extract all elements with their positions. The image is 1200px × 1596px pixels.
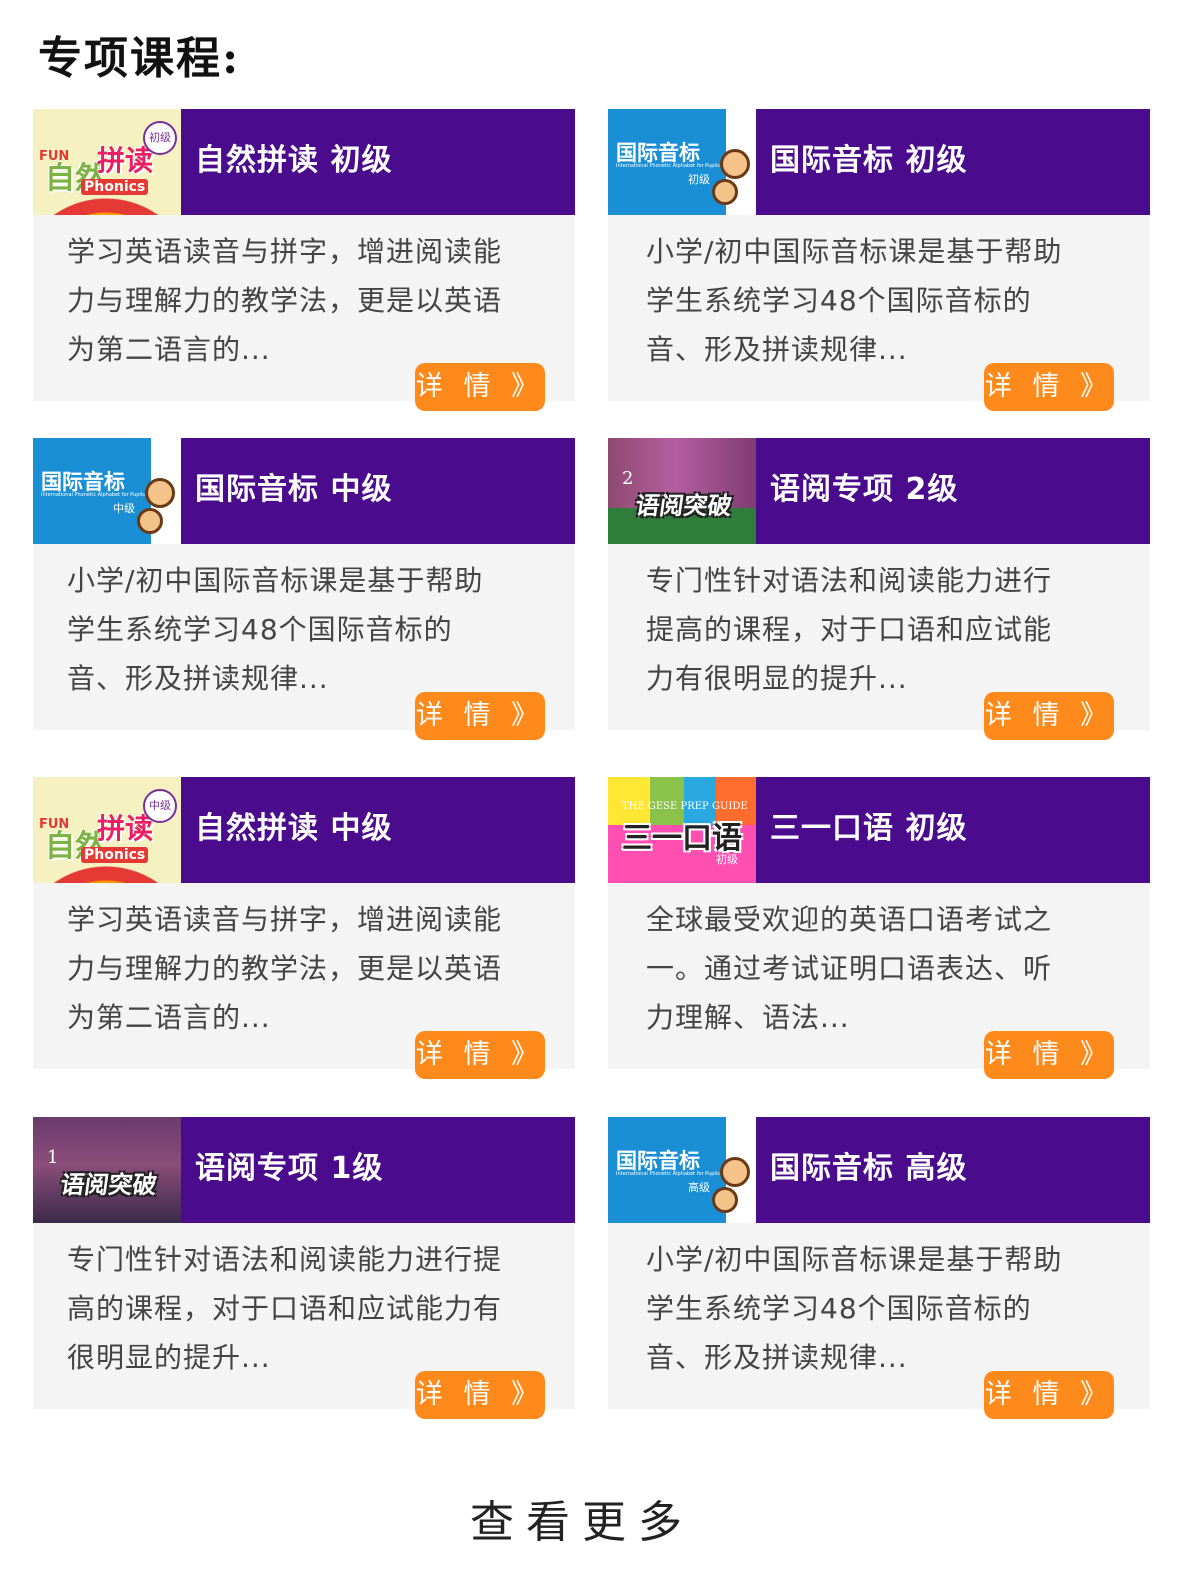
cartoon-boy-icon xyxy=(145,478,175,508)
thumb-level-badge: 初级 xyxy=(143,121,177,155)
desc-line: 学生系统学习48个国际音标的 xyxy=(646,284,1032,317)
course-description: 小学/初中国际音标课是基于帮助 学生系统学习48个国际音标的 音、形及拼读规律.… xyxy=(646,227,1126,374)
desc-line: 学生系统学习48个国际音标的 xyxy=(646,1292,1032,1325)
course-title[interactable]: 语阅专项 2级 xyxy=(770,438,958,544)
thumb-subtitle-text: International Phonetic Alphabet for Pupi… xyxy=(616,1171,720,1177)
course-description: 学习英语读音与拼字，增进阅读能 力与理解力的教学法，更是以英语 为第二语言的..… xyxy=(67,895,547,1042)
card-header: THE GESE PREP GUIDE 三一口语 初级 三一口语 初级 xyxy=(608,777,1150,883)
thumb-level-badge: 中级 xyxy=(143,789,177,823)
card-header: 国际音标 International Phonetic Alphabet for… xyxy=(608,109,1150,215)
course-title[interactable]: 三一口语 初级 xyxy=(770,777,967,883)
desc-line: 力与理解力的教学法，更是以英语 xyxy=(67,952,503,985)
desc-line: 小学/初中国际音标课是基于帮助 xyxy=(646,1243,1063,1276)
course-card[interactable]: 国际音标 International Phonetic Alphabet for… xyxy=(608,1117,1150,1419)
course-description: 专门性针对语法和阅读能力进行提 高的课程，对于口语和应试能力有 很明显的提升..… xyxy=(67,1235,547,1382)
desc-line: 学习英语读音与拼字，增进阅读能 xyxy=(67,903,503,936)
desc-line: 学生系统学习48个国际音标的 xyxy=(67,613,453,646)
thumb-subtitle-text: International Phonetic Alphabet for Pupi… xyxy=(616,163,720,169)
desc-line: 专门性针对语法和阅读能力进行 xyxy=(646,564,1053,597)
course-description: 小学/初中国际音标课是基于帮助 学生系统学习48个国际音标的 音、形及拼读规律.… xyxy=(67,556,547,703)
details-button[interactable]: 详 情 》 xyxy=(984,1371,1114,1419)
card-header: 1 语阅突破 语阅专项 1级 xyxy=(33,1117,575,1223)
course-thumbnail[interactable]: FUN 自然 拼读 Phonics 中级 xyxy=(33,777,181,883)
course-thumbnail[interactable]: 国际音标 International Phonetic Alphabet for… xyxy=(608,1117,756,1223)
course-description: 学习英语读音与拼字，增进阅读能 力与理解力的教学法，更是以英语 为第二语言的..… xyxy=(67,227,547,374)
thumb-level-text: 中级 xyxy=(113,502,135,515)
course-thumbnail[interactable]: 国际音标 International Phonetic Alphabet for… xyxy=(608,109,756,215)
cartoon-boy-icon xyxy=(720,1157,750,1187)
course-title[interactable]: 国际音标 高级 xyxy=(770,1117,967,1223)
section-title: 专项课程: xyxy=(38,33,241,84)
course-title[interactable]: 自然拼读 初级 xyxy=(195,109,392,215)
thumb-phonics-text: Phonics xyxy=(81,179,149,195)
view-more-link[interactable]: 查看更多 xyxy=(0,1486,1164,1550)
course-description: 专门性针对语法和阅读能力进行 提高的课程，对于口语和应试能 力有很明显的提升..… xyxy=(646,556,1126,703)
details-button[interactable]: 详 情 》 xyxy=(415,692,545,740)
desc-line: 提高的课程，对于口语和应试能 xyxy=(646,613,1053,646)
desc-line: 力与理解力的教学法，更是以英语 xyxy=(67,284,503,317)
course-card[interactable]: THE GESE PREP GUIDE 三一口语 初级 三一口语 初级 全球最受… xyxy=(608,777,1150,1079)
thumb-subtitle-text: International Phonetic Alphabet for Pupi… xyxy=(41,492,145,498)
card-header: 2 语阅突破 语阅专项 2级 xyxy=(608,438,1150,544)
thumb-level-text: 初级 xyxy=(716,853,738,866)
details-button[interactable]: 详 情 》 xyxy=(415,1371,545,1419)
course-card[interactable]: 1 语阅突破 语阅专项 1级 专门性针对语法和阅读能力进行提 高的课程，对于口语… xyxy=(33,1117,575,1419)
details-button[interactable]: 详 情 》 xyxy=(415,363,545,411)
desc-line: 一。通过考试证明口语表达、听 xyxy=(646,952,1053,985)
course-card[interactable]: 国际音标 International Phonetic Alphabet for… xyxy=(33,438,575,740)
course-title[interactable]: 国际音标 初级 xyxy=(770,109,967,215)
thumb-english-title: THE GESE PREP GUIDE xyxy=(622,801,748,812)
card-header: 国际音标 International Phonetic Alphabet for… xyxy=(33,438,575,544)
details-button[interactable]: 详 情 》 xyxy=(984,692,1114,740)
cartoon-girl-icon xyxy=(137,508,163,534)
thumb-level-number: 2 xyxy=(622,468,634,489)
course-title[interactable]: 语阅专项 1级 xyxy=(195,1117,383,1223)
course-title[interactable]: 自然拼读 中级 xyxy=(195,777,392,883)
card-header: 国际音标 International Phonetic Alphabet for… xyxy=(608,1117,1150,1223)
desc-line: 小学/初中国际音标课是基于帮助 xyxy=(67,564,484,597)
desc-line: 专门性针对语法和阅读能力进行提 xyxy=(67,1243,503,1276)
details-button[interactable]: 详 情 》 xyxy=(984,363,1114,411)
course-description: 全球最受欢迎的英语口语考试之 一。通过考试证明口语表达、听 力理解、语法... xyxy=(646,895,1126,1042)
thumb-level-text: 高级 xyxy=(688,1181,710,1194)
desc-line: 高的课程，对于口语和应试能力有 xyxy=(67,1292,503,1325)
cartoon-boy-icon xyxy=(720,149,750,179)
course-thumbnail[interactable]: 2 语阅突破 xyxy=(608,438,756,544)
thumb-logo-text: 语阅突破 xyxy=(58,1171,159,1199)
cartoon-girl-icon xyxy=(712,1187,738,1213)
course-description: 小学/初中国际音标课是基于帮助 学生系统学习48个国际音标的 音、形及拼读规律.… xyxy=(646,1235,1126,1382)
details-button[interactable]: 详 情 》 xyxy=(984,1031,1114,1079)
course-thumbnail[interactable]: THE GESE PREP GUIDE 三一口语 初级 xyxy=(608,777,756,883)
course-card[interactable]: 2 语阅突破 语阅专项 2级 专门性针对语法和阅读能力进行 提高的课程，对于口语… xyxy=(608,438,1150,740)
desc-line: 全球最受欢迎的英语口语考试之 xyxy=(646,903,1053,936)
thumb-logo-text: 语阅突破 xyxy=(633,492,734,520)
card-header: FUN 自然 拼读 Phonics 初级 自然拼读 初级 xyxy=(33,109,575,215)
course-title[interactable]: 国际音标 中级 xyxy=(195,438,392,544)
cartoon-girl-icon xyxy=(712,179,738,205)
desc-line: 小学/初中国际音标课是基于帮助 xyxy=(646,235,1063,268)
course-thumbnail[interactable]: FUN 自然 拼读 Phonics 初级 xyxy=(33,109,181,215)
thumb-phonics-text: Phonics xyxy=(81,847,149,863)
card-header: FUN 自然 拼读 Phonics 中级 自然拼读 中级 xyxy=(33,777,575,883)
thumb-level-text: 初级 xyxy=(688,173,710,186)
course-card[interactable]: FUN 自然 拼读 Phonics 初级 自然拼读 初级 学习英语读音与拼字，增… xyxy=(33,109,575,411)
course-card[interactable]: 国际音标 International Phonetic Alphabet for… xyxy=(608,109,1150,411)
course-thumbnail[interactable]: 国际音标 International Phonetic Alphabet for… xyxy=(33,438,181,544)
desc-line: 学习英语读音与拼字，增进阅读能 xyxy=(67,235,503,268)
details-button[interactable]: 详 情 》 xyxy=(415,1031,545,1079)
thumb-level-number: 1 xyxy=(47,1147,59,1168)
course-thumbnail[interactable]: 1 语阅突破 xyxy=(33,1117,181,1223)
course-card[interactable]: FUN 自然 拼读 Phonics 中级 自然拼读 中级 学习英语读音与拼字，增… xyxy=(33,777,575,1079)
